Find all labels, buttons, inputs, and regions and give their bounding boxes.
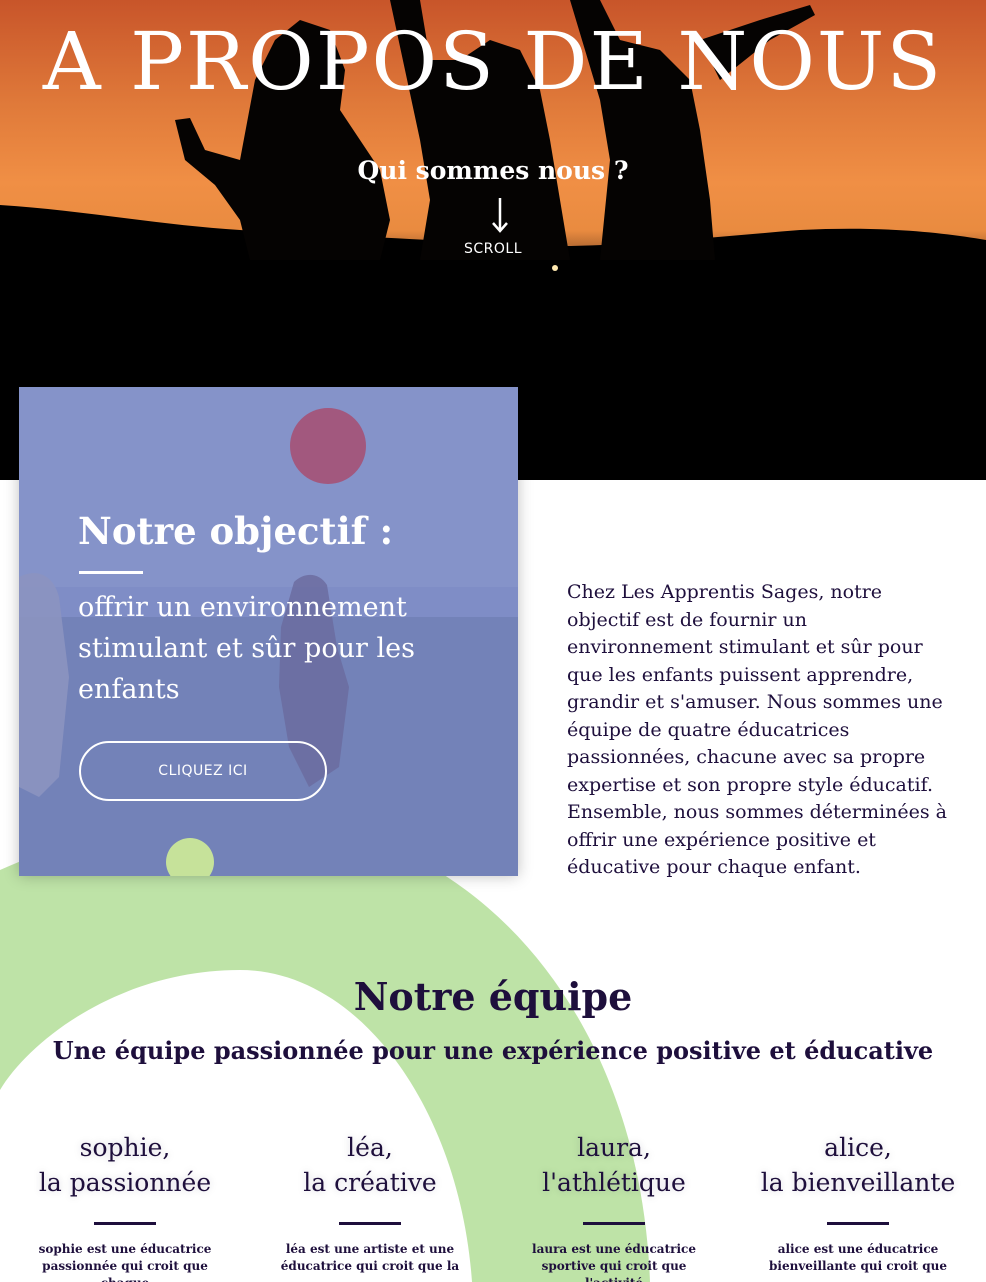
member-description: laura est une éducatrice sportive qui cr… bbox=[532, 1242, 696, 1282]
team-title: Notre équipe bbox=[353, 974, 633, 1019]
member-divider bbox=[583, 1222, 645, 1225]
team-member-card: léa, la créative léa est une artiste et … bbox=[250, 1130, 490, 1275]
team-subtitle: Une équipe passionnée pour une expérienc… bbox=[52, 1036, 934, 1065]
member-name: sophie, la passionnée bbox=[38, 1133, 212, 1197]
team-member-card: sophie, la passionnée sophie est une édu… bbox=[5, 1130, 245, 1282]
objective-divider bbox=[79, 571, 143, 574]
member-divider bbox=[94, 1222, 156, 1225]
member-description: léa est une artiste et une éducatrice qu… bbox=[280, 1242, 460, 1273]
member-description: sophie est une éducatrice passionnée qui… bbox=[38, 1242, 212, 1282]
objective-title: Notre objectif : bbox=[78, 509, 394, 553]
member-divider bbox=[339, 1222, 401, 1225]
member-name: léa, la créative bbox=[303, 1133, 437, 1197]
about-paragraph: Chez Les Apprentis Sages, notre objectif… bbox=[567, 581, 947, 878]
member-divider bbox=[827, 1222, 889, 1225]
team-member-card: alice, la bienveillante alice est une éd… bbox=[738, 1130, 978, 1275]
objective-text: offrir un environnement stimulant et sûr… bbox=[78, 592, 415, 705]
team-member-card: laura, l'athlétique laura est une éducat… bbox=[494, 1130, 734, 1282]
member-description: alice est une éducatrice bienveillante q… bbox=[769, 1242, 947, 1273]
objective-card: Notre objectif : offrir un environnement… bbox=[19, 387, 518, 876]
member-name: laura, l'athlétique bbox=[542, 1133, 686, 1197]
cta-button[interactable]: CLIQUEZ ICI bbox=[79, 741, 327, 801]
member-name: alice, la bienveillante bbox=[760, 1133, 956, 1197]
